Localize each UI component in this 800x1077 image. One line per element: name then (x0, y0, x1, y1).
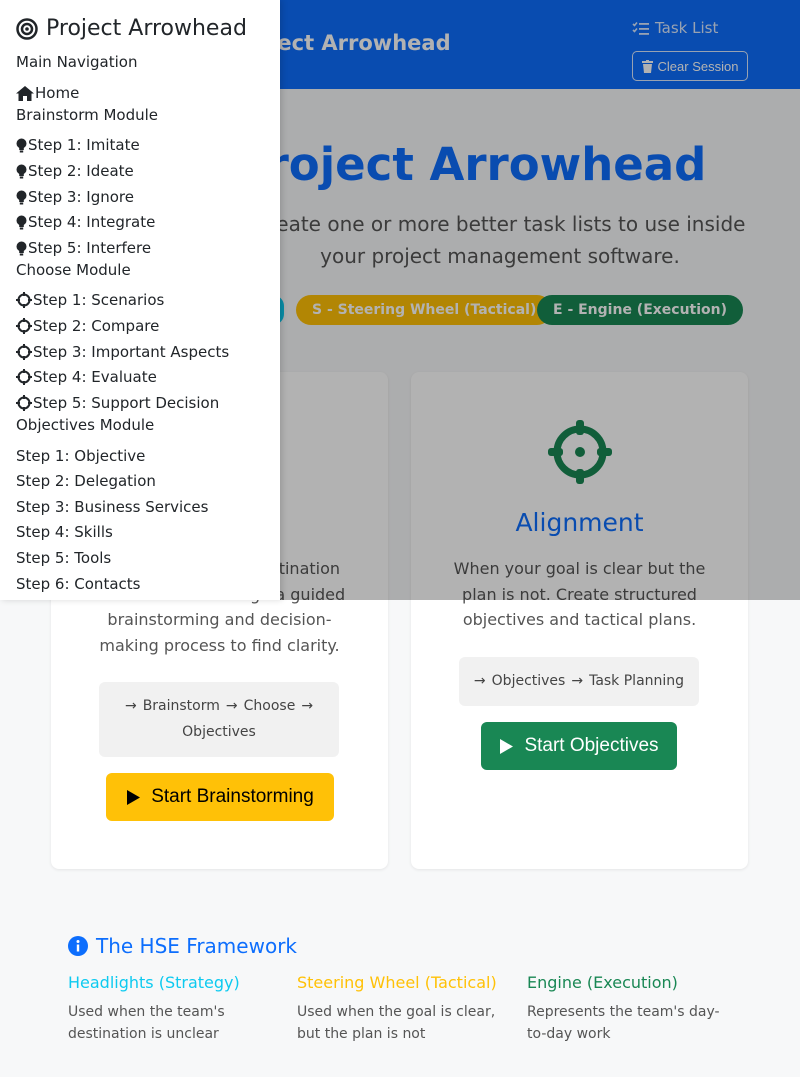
crosshair-icon (16, 292, 32, 308)
sidebar-brand-text: Project Arrowhead (46, 16, 247, 41)
sidebar-item-choose-4[interactable]: Step 4: Evaluate (16, 368, 157, 386)
sidebar-item-objectives-5[interactable]: Step 5: Tools (16, 549, 111, 567)
sidebar-item-brainstorm-2[interactable]: Step 2: Ideate (16, 162, 134, 180)
sidebar-item-label: Step 2: Ideate (28, 162, 134, 180)
sidebar-brand[interactable]: Project Arrowhead (16, 16, 247, 41)
sidebar-item-label: Step 5: Tools (16, 549, 112, 567)
sidebar-item-label: Step 3: Business Services (16, 498, 209, 516)
flow-step: Brainstorm (142, 698, 220, 715)
framework-steering: Steering Wheel (Tactical) Used when the … (297, 973, 502, 1045)
play-icon (500, 738, 514, 754)
framework-steering-title: Steering Wheel (Tactical) (297, 973, 497, 992)
sidebar-item-choose-3[interactable]: Step 3: Important Aspects (16, 343, 229, 361)
sidebar-item-brainstorm-1[interactable]: Step 1: Imitate (16, 136, 140, 154)
framework-title: The HSE Framework (68, 934, 297, 958)
start-objectives-button[interactable]: Start Objectives (481, 722, 677, 770)
sidebar-item-choose-5[interactable]: Step 5: Support Decision (16, 394, 219, 412)
sidebar-item-objectives-6[interactable]: Step 6: Contacts (16, 575, 140, 593)
sidebar-item-label: Step 6: Contacts (16, 575, 141, 593)
sidebar-item-label: Step 2: Compare (33, 317, 160, 335)
sidebar-item-label: Step 4: Skills (16, 523, 113, 541)
framework-steering-text: Used when the goal is clear, but the pla… (297, 1004, 496, 1042)
framework-engine-title: Engine (Execution) (527, 973, 678, 992)
lightbulb-icon (16, 241, 27, 255)
flow-step: Objectives (182, 723, 256, 740)
sidebar-item-brainstorm-4[interactable]: Step 4: Integrate (16, 213, 155, 231)
sidebar-section-brainstorm: Brainstorm Module (16, 106, 159, 124)
framework-headlights-text: Used when the team's destination is uncl… (68, 1004, 225, 1042)
framework-headlights-title: Headlights (Strategy) (68, 973, 240, 992)
sidebar-item-label: Step 4: Integrate (28, 213, 156, 231)
sidebar-item-label: Step 1: Imitate (28, 136, 140, 154)
sidebar-section-choose: Choose Module (16, 261, 131, 279)
lightbulb-icon (16, 190, 27, 204)
flow-step: Task Planning (589, 673, 685, 689)
bullseye-icon (16, 17, 38, 40)
start-brainstorming-button[interactable]: Start Brainstorming (106, 773, 334, 821)
lightbulb-icon (16, 138, 27, 152)
lightbulb-icon (16, 215, 27, 229)
sidebar-item-label: Step 4: Evaluate (33, 368, 157, 386)
sidebar-item-label: Step 5: Support Decision (33, 394, 220, 412)
sidebar-item-objectives-1[interactable]: Step 1: Objective (16, 447, 145, 465)
offcanvas-sidebar: Project Arrowhead Main Navigation Home B… (0, 0, 280, 600)
crosshair-icon (16, 344, 32, 360)
sidebar-item-home[interactable]: Home (16, 84, 79, 102)
sidebar-item-brainstorm-5[interactable]: Step 5: Interfere (16, 239, 151, 257)
flow-step: Objectives (491, 673, 566, 689)
sidebar-item-label: Step 3: Important Aspects (33, 343, 230, 361)
sidebar-item-label: Step 2: Delegation (16, 472, 156, 490)
sidebar-item-label: Step 1: Objective (16, 447, 146, 465)
sidebar-item-choose-1[interactable]: Step 1: Scenarios (16, 291, 164, 309)
sidebar-item-choose-2[interactable]: Step 2: Compare (16, 317, 159, 335)
framework-title-text: The HSE Framework (96, 934, 297, 958)
sidebar-item-label: Step 1: Scenarios (33, 291, 165, 309)
alignment-flow: → Objectives → Task Planning (459, 657, 699, 706)
info-circle-icon (68, 936, 88, 956)
sidebar-item-label: Home (35, 84, 80, 102)
flow-step: Choose (243, 698, 296, 715)
crosshair-icon (16, 369, 32, 385)
framework-engine: Engine (Execution) Represents the team's… (527, 973, 732, 1045)
sidebar-item-label: Step 5: Interfere (28, 239, 152, 257)
arrow-right-icon: → (124, 698, 137, 715)
sidebar-item-label: Step 3: Ignore (28, 188, 134, 206)
house-icon (16, 85, 34, 101)
sidebar-item-brainstorm-3[interactable]: Step 3: Ignore (16, 188, 134, 206)
lightbulb-icon (16, 164, 27, 178)
framework-headlights: Headlights (Strategy) Used when the team… (68, 973, 273, 1045)
start-brainstorming-label: Start Brainstorming (151, 786, 314, 807)
sidebar-section-main: Main Navigation (16, 53, 138, 71)
clarity-flow: → Brainstorm → Choose → Objectives (99, 682, 339, 757)
start-objectives-label: Start Objectives (524, 735, 659, 756)
sidebar-section-objectives: Objectives Module (16, 416, 155, 434)
sidebar-item-objectives-3[interactable]: Step 3: Business Services (16, 498, 208, 516)
arrow-right-icon: → (225, 698, 238, 715)
arrow-right-icon: → (473, 673, 486, 689)
play-icon (127, 789, 141, 805)
sidebar-item-objectives-4[interactable]: Step 4: Skills (16, 523, 113, 541)
arrow-right-icon: → (571, 673, 584, 689)
arrow-right-icon: → (301, 698, 314, 715)
crosshair-icon (16, 318, 32, 334)
crosshair-icon (16, 395, 32, 411)
framework-engine-text: Represents the team's day-to-day work (527, 1004, 720, 1042)
sidebar-item-objectives-2[interactable]: Step 2: Delegation (16, 472, 156, 490)
